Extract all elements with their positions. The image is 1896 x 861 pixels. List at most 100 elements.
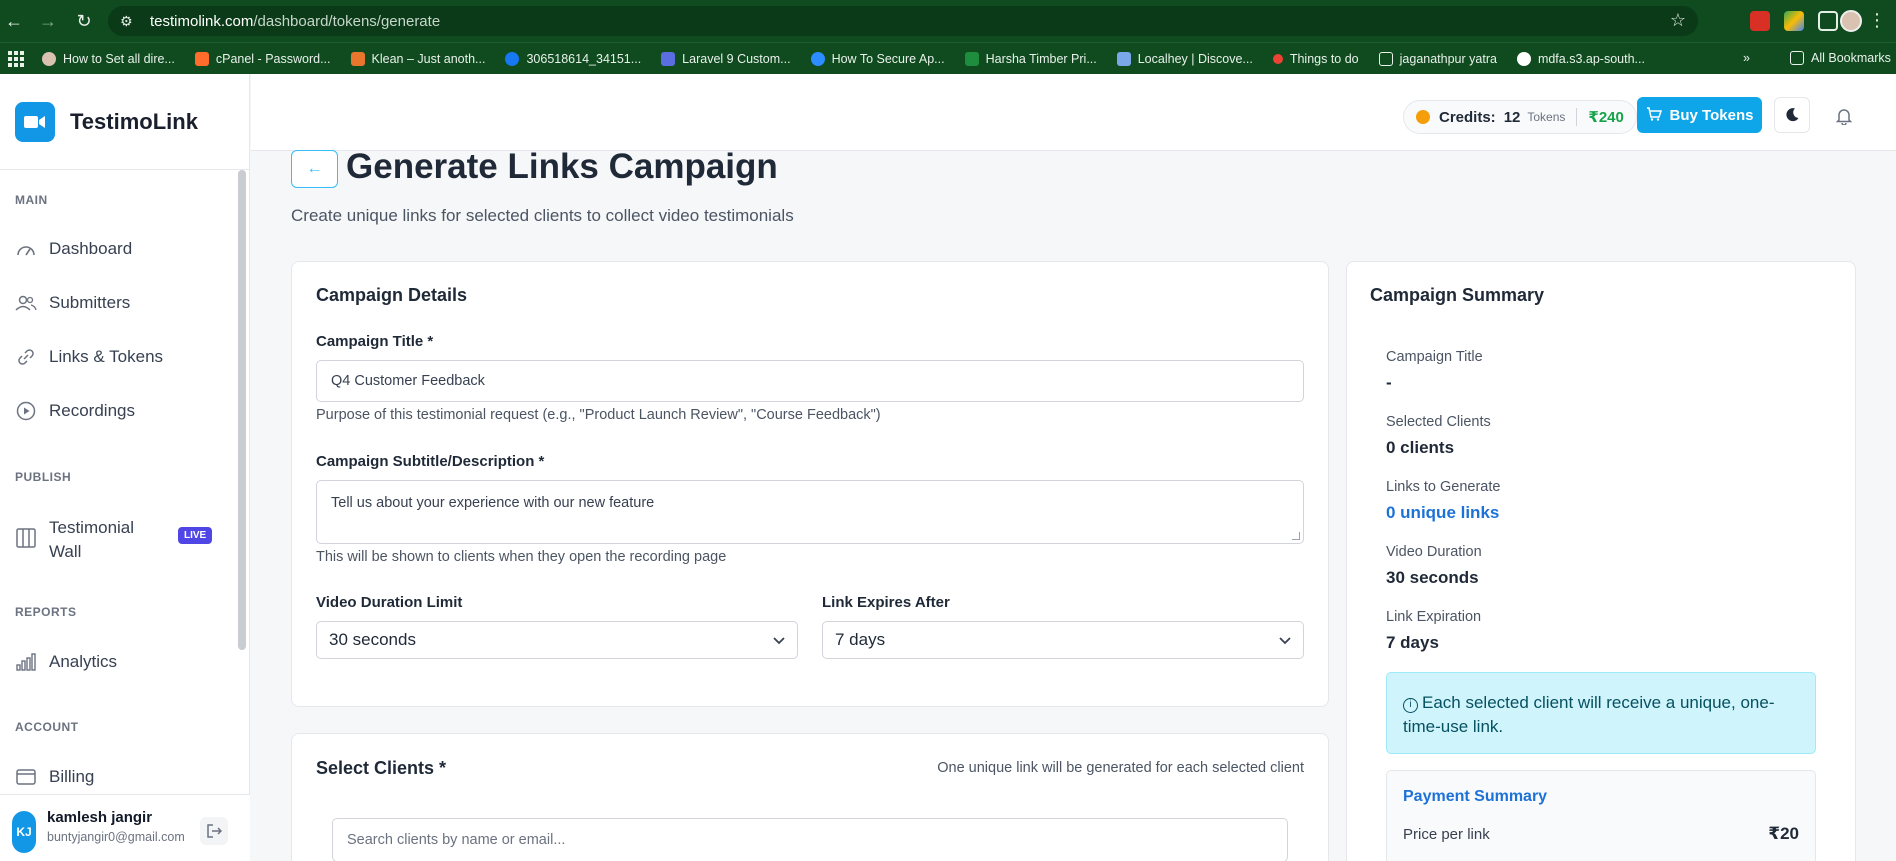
subtitle-label: Campaign Subtitle/Description * <box>316 453 545 470</box>
forward-arrow-icon[interactable]: → <box>36 9 60 33</box>
sidebar-item-label: Submitters <box>49 293 131 312</box>
payment-summary: Payment Summary Price per link ₹20 <box>1386 770 1816 861</box>
section-label-publish: PUBLISH <box>15 470 72 484</box>
bookmark-item[interactable]: How To Secure Ap... <box>810 51 945 66</box>
sidebar-item-label: Dashboard <box>49 239 133 258</box>
puzzle-icon[interactable] <box>1818 11 1838 31</box>
bookmark-item[interactable]: Things to do <box>1272 52 1359 66</box>
gauge-icon <box>15 238 37 260</box>
address-bar[interactable]: ⚙ testimolink.com/dashboard/tokens/gener… <box>108 6 1698 36</box>
bookmark-item[interactable]: cPanel - Password... <box>194 51 331 66</box>
sidebar-item-label: Analytics <box>49 652 118 671</box>
sidebar-item-label-line: Testimonial <box>49 518 135 537</box>
bookmark-item[interactable]: Laravel 9 Custom... <box>661 51 791 66</box>
expires-label: Link Expires After <box>822 594 950 611</box>
cart-icon <box>1646 106 1662 124</box>
favicon-icon <box>964 51 979 66</box>
folder-icon <box>1790 51 1804 65</box>
client-search-input[interactable]: Search clients by name or email... <box>332 818 1288 861</box>
expires-select[interactable]: 7 days <box>822 621 1304 659</box>
user-name: kamlesh jangir <box>47 809 153 826</box>
bookmark-item[interactable]: mdfa.s3.ap-south... <box>1516 51 1645 66</box>
logout-button[interactable] <box>200 817 228 845</box>
reload-icon[interactable]: ↻ <box>72 9 96 33</box>
bookmark-item[interactable]: 306518614_34151... <box>505 51 641 66</box>
extension-icon[interactable] <box>1750 11 1770 31</box>
brand-name: TestimoLink <box>70 109 198 134</box>
sidebar-scrollbar[interactable] <box>238 170 246 650</box>
logout-icon <box>207 824 222 838</box>
more-bookmarks-button[interactable]: » <box>1743 51 1750 65</box>
site-info-icon[interactable]: ⚙ <box>120 13 140 30</box>
subtitle-textarea[interactable]: Tell us about your experience with our n… <box>316 480 1304 544</box>
chevron-down-icon <box>773 632 785 648</box>
sidebar-item-label: Recordings <box>49 401 135 420</box>
duration-select[interactable]: 30 seconds <box>316 621 798 659</box>
video-camera-icon <box>15 102 55 142</box>
favicon-icon <box>1272 53 1283 64</box>
sidebar-item-dashboard[interactable]: Dashboard <box>15 238 132 260</box>
bookmark-item[interactable]: How to Set all dire... <box>42 51 175 66</box>
apps-icon[interactable] <box>8 50 24 67</box>
section-label-reports: REPORTS <box>15 605 77 619</box>
user-profile: KJ kamlesh jangir buntyjangir0@gmail.com <box>0 794 250 861</box>
bar-chart-icon <box>15 651 37 673</box>
globe-icon <box>1516 51 1531 66</box>
summary-campaign-title-value: - <box>1386 373 1392 392</box>
bell-icon[interactable] <box>1832 104 1856 128</box>
coin-icon <box>1416 110 1430 124</box>
subtitle-value: Tell us about your experience with our n… <box>331 495 655 511</box>
card-title: Campaign Summary <box>1370 285 1545 305</box>
page-title: Generate Links Campaign <box>346 147 778 186</box>
back-button[interactable]: ← <box>291 150 338 188</box>
expires-value: 7 days <box>835 630 886 649</box>
campaign-title-input[interactable]: Q4 Customer Feedback <box>316 360 1304 402</box>
bookmark-item[interactable]: Harsha Timber Pri... <box>964 51 1097 66</box>
all-bookmarks-button[interactable]: All Bookmarks <box>1790 51 1891 65</box>
menu-icon[interactable]: ⋮ <box>1868 10 1886 31</box>
summary-clients-label: Selected Clients <box>1386 414 1491 430</box>
theme-toggle-button[interactable] <box>1774 97 1810 133</box>
back-arrow-icon[interactable]: ← <box>2 9 26 33</box>
live-badge: LIVE <box>178 527 213 544</box>
brand[interactable]: TestimoLink <box>15 102 198 142</box>
summary-links-label: Links to Generate <box>1386 479 1501 495</box>
card-title: Select Clients * <box>316 758 447 778</box>
buy-tokens-button[interactable]: Buy Tokens <box>1637 97 1762 133</box>
columns-icon <box>15 527 37 549</box>
sidebar-item-recordings[interactable]: Recordings <box>15 400 135 422</box>
sidebar-item-billing[interactable]: Billing <box>15 766 94 788</box>
credits-badge: Credits: 12 Tokens ₹240 <box>1403 100 1637 134</box>
info-text: Each selected client will receive a uniq… <box>1403 693 1775 736</box>
bookmark-item[interactable]: Localhey | Discove... <box>1116 51 1253 66</box>
section-label-account: ACCOUNT <box>15 720 79 734</box>
bookmark-folder[interactable]: jaganathpur yatra <box>1378 51 1497 66</box>
chevron-down-icon <box>1279 632 1291 648</box>
sidebar-item-links-tokens[interactable]: Links & Tokens <box>15 346 163 368</box>
bookmarks-bar: How to Set all dire... cPanel - Password… <box>0 42 1896 74</box>
bookmark-item[interactable]: Klean – Just anoth... <box>350 51 485 66</box>
favicon-icon <box>42 51 56 66</box>
extension-icon[interactable] <box>1784 11 1804 31</box>
favicon-icon <box>505 51 520 66</box>
summary-expiration-label: Link Expiration <box>1386 609 1482 625</box>
summary-duration-label: Video Duration <box>1386 544 1482 560</box>
sidebar-item-analytics[interactable]: Analytics <box>15 651 117 673</box>
credits-money: ₹240 <box>1588 109 1624 126</box>
card-title: Campaign Details <box>316 285 468 305</box>
url-text: testimolink.com/dashboard/tokens/generat… <box>150 12 441 30</box>
summary-campaign-title-label: Campaign Title <box>1386 349 1483 365</box>
divider <box>0 169 250 170</box>
info-icon: i <box>1403 698 1418 713</box>
campaign-title-help: Purpose of this testimonial request (e.g… <box>316 407 881 423</box>
resize-handle-icon[interactable] <box>1292 532 1300 540</box>
profile-avatar[interactable] <box>1840 10 1862 32</box>
sidebar-item-submitters[interactable]: Submitters <box>15 292 130 314</box>
folder-icon <box>1378 51 1393 66</box>
sidebar: TestimoLink MAIN Dashboard Submitters Li… <box>0 74 250 861</box>
bookmark-star-icon[interactable]: ☆ <box>1670 10 1686 31</box>
duration-label: Video Duration Limit <box>316 594 463 611</box>
sidebar-item-testimonial-wall[interactable]: Testimonial Wall <box>15 516 134 564</box>
avatar[interactable]: KJ <box>12 811 36 853</box>
summary-duration-value: 30 seconds <box>1386 568 1479 587</box>
